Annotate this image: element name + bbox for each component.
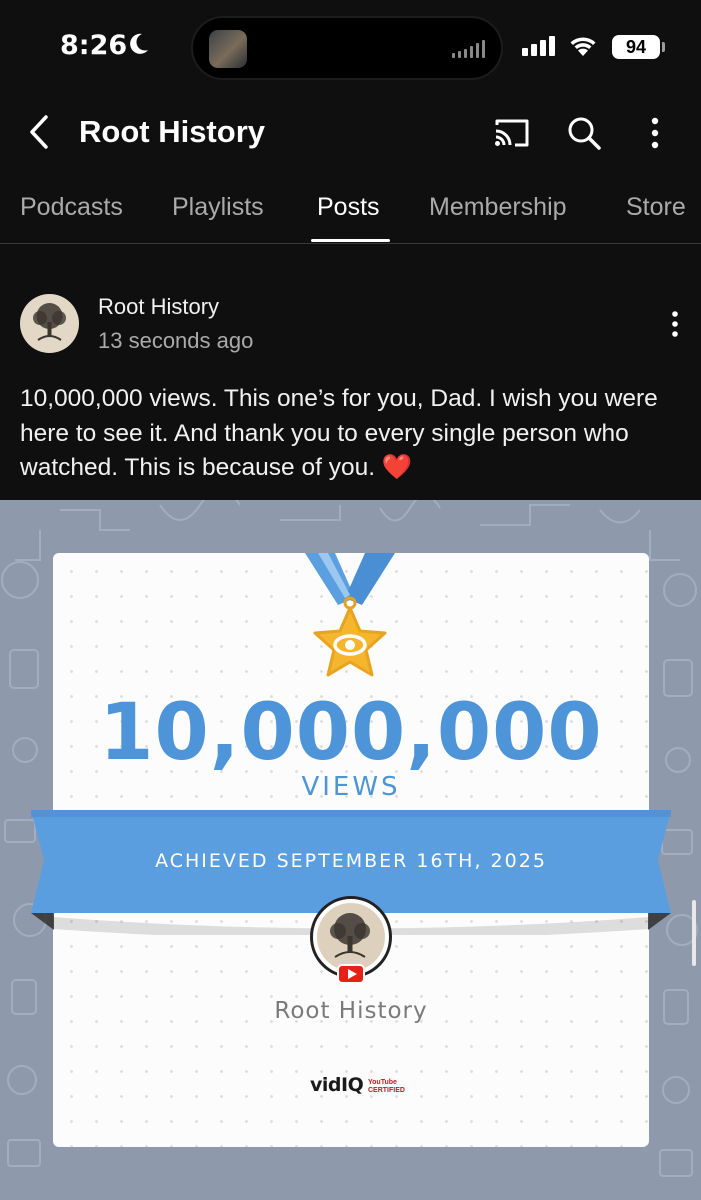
post-timestamp: 13 seconds ago — [98, 328, 254, 353]
post-author[interactable]: Root History — [98, 294, 219, 320]
channel-title: Root History — [79, 114, 265, 149]
post-body: 10,000,000 views. This one’s for you, Da… — [20, 382, 680, 486]
youtube-certified-label: YouTube CERTIFIED — [368, 1079, 405, 1094]
status-bar: 8:26 94 — [0, 0, 701, 92]
tab-membership[interactable]: Membership — [429, 193, 567, 222]
tree-logo-icon — [33, 303, 66, 341]
more-icon[interactable] — [640, 115, 670, 151]
medal-icon — [305, 553, 395, 677]
wifi-icon — [570, 37, 596, 56]
cast-icon[interactable] — [493, 117, 531, 149]
battery-indicator: 94 — [612, 35, 660, 59]
audio-bars-icon — [452, 40, 485, 58]
dynamic-island[interactable] — [191, 16, 503, 80]
now-playing-thumbnail — [209, 30, 247, 68]
heart-emoji: ❤️ — [381, 454, 413, 481]
tab-posts[interactable]: Posts — [317, 193, 380, 222]
post-text: 10,000,000 views. This one’s for you, Da… — [20, 385, 658, 481]
avatar[interactable] — [20, 294, 79, 353]
youtube-icon — [337, 964, 365, 984]
channel-tabs: Podcasts Playlists Posts Membership Stor… — [0, 186, 701, 244]
scrollbar[interactable] — [692, 900, 696, 966]
active-tab-indicator — [311, 239, 390, 242]
status-time: 8:26 — [60, 30, 128, 61]
post-more-icon[interactable] — [664, 310, 686, 340]
cellular-icon — [522, 36, 555, 56]
vidiq-logo: vidIQ — [310, 1074, 364, 1096]
tab-store[interactable]: Store — [626, 193, 686, 222]
tree-logo-icon — [330, 913, 370, 958]
tab-podcasts[interactable]: Podcasts — [20, 193, 123, 222]
battery-tip — [662, 42, 665, 52]
achieved-date: ACHIEVED SEPTEMBER 16TH, 2025 — [155, 850, 547, 872]
milestone-unit: VIEWS — [301, 772, 401, 802]
badge-channel-name: Root History — [274, 998, 428, 1024]
tab-playlists[interactable]: Playlists — [172, 193, 264, 222]
moon-icon — [130, 33, 148, 54]
back-icon[interactable] — [24, 112, 56, 152]
search-icon[interactable] — [566, 115, 602, 151]
milestone-count: 10,000,000 — [99, 688, 603, 778]
